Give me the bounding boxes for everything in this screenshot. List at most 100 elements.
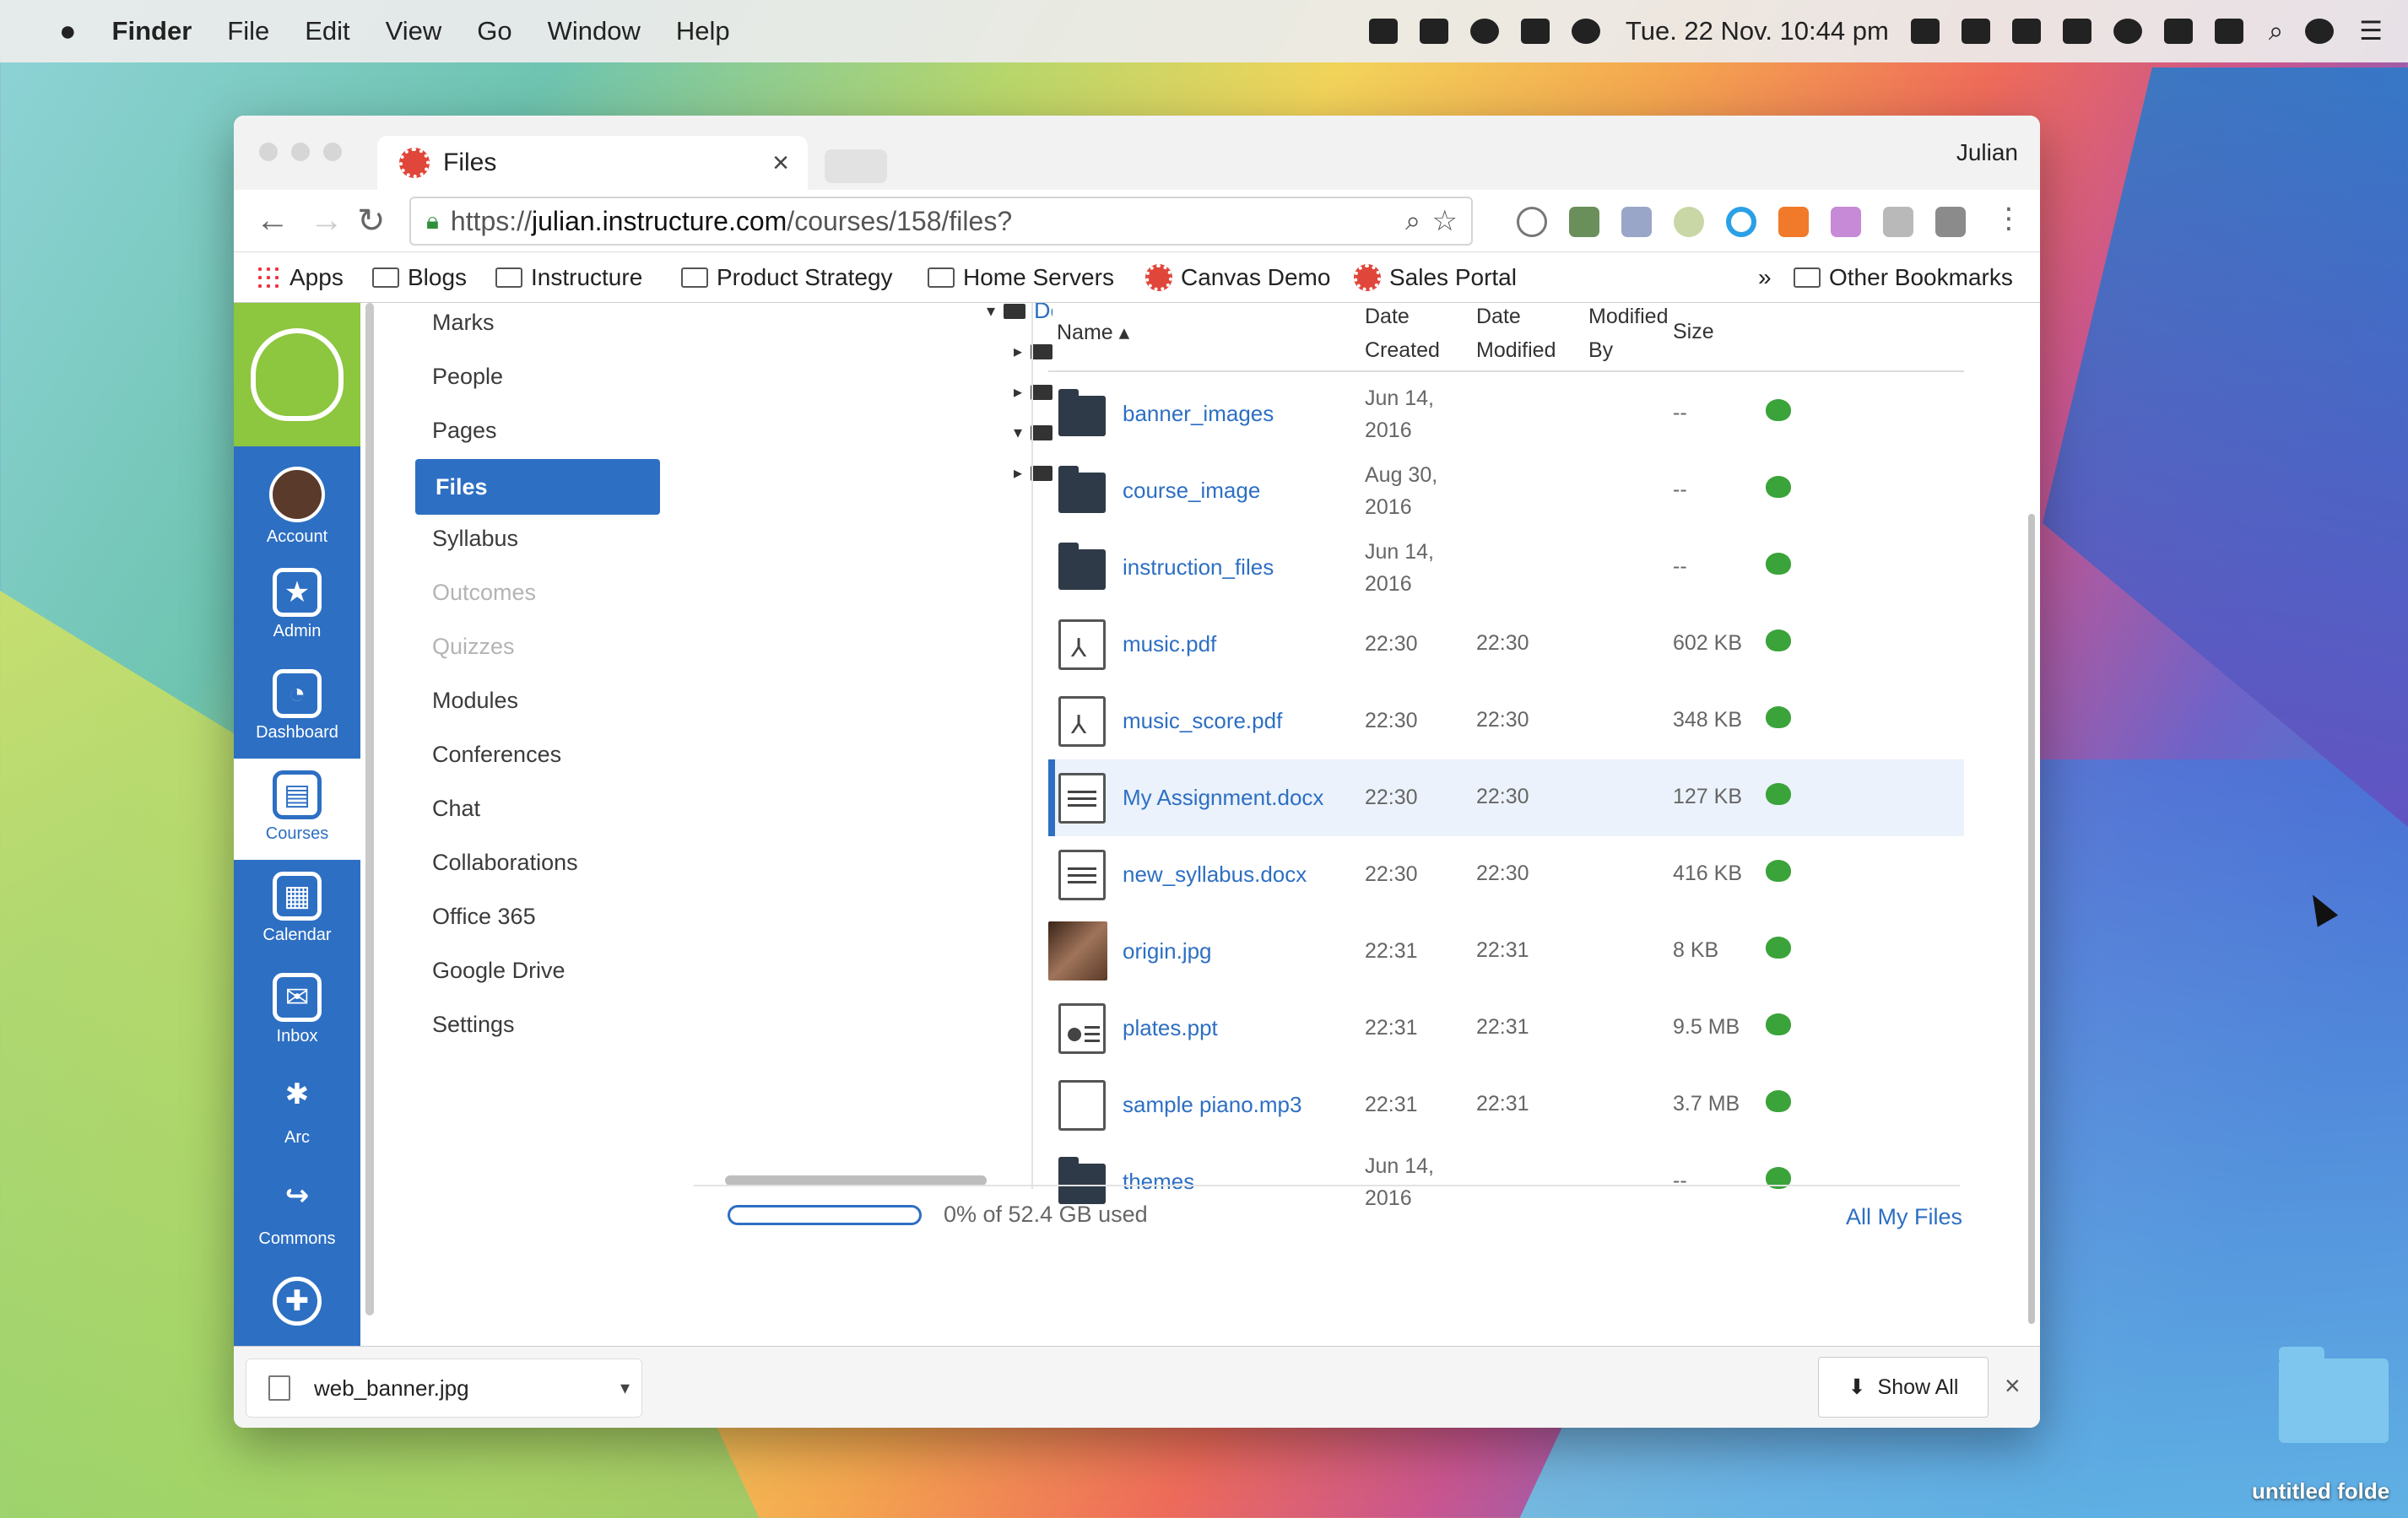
extension-info-icon[interactable]: [1517, 207, 1547, 237]
course-nav-people[interactable]: People: [432, 364, 503, 390]
new-tab-button[interactable]: [825, 149, 887, 183]
tree-node-themes[interactable]: ▸themes: [1014, 460, 1052, 486]
bookmark-apps[interactable]: Apps: [256, 264, 344, 291]
profile-name[interactable]: Julian: [1956, 139, 2018, 166]
institution-logo[interactable]: [234, 303, 360, 446]
growl-icon[interactable]: [1910, 19, 1940, 44]
bookmark-blogs[interactable]: Blogs: [372, 264, 467, 291]
menu-view[interactable]: View: [386, 16, 442, 46]
spotlight-icon[interactable]: ⌕: [2269, 16, 2283, 47]
published-cloud-icon[interactable]: [1766, 706, 1791, 728]
bluetooth-icon[interactable]: [2011, 19, 2041, 44]
calendar-icon[interactable]: [1419, 19, 1448, 44]
published-cloud-icon[interactable]: [1766, 399, 1791, 421]
show-all-downloads-button[interactable]: ⬇ Show All: [1818, 1357, 1989, 1418]
battery-icon[interactable]: [2214, 19, 2243, 44]
info-icon[interactable]: [1571, 19, 1600, 44]
file-name-link[interactable]: new_syllabus.docx: [1123, 862, 1307, 888]
global-nav-account[interactable]: Account: [234, 455, 360, 556]
extension-office-icon[interactable]: [1778, 207, 1809, 237]
minimize-window-button[interactable]: [291, 143, 310, 161]
download-item[interactable]: web_banner.jpg ▾: [246, 1359, 642, 1418]
expanded-triangle-icon[interactable]: ▾: [1014, 422, 1022, 443]
global-nav-arc[interactable]: ✱ Arc: [234, 1062, 360, 1164]
tree-node-instruction-files[interactable]: ▾instruction_files: [1014, 419, 1052, 446]
published-cloud-icon[interactable]: [1766, 937, 1791, 959]
extension-evernote-icon[interactable]: [1569, 207, 1599, 237]
collapsed-triangle-icon[interactable]: ▸: [1014, 381, 1022, 402]
file-name-link[interactable]: course_image: [1123, 478, 1260, 504]
dropbox-icon[interactable]: [1520, 19, 1550, 44]
menu-help[interactable]: Help: [676, 16, 730, 46]
file-row[interactable]: origin.jpg 22:31 22:31 8 KB: [1048, 913, 1964, 990]
menu-finder[interactable]: Finder: [112, 16, 192, 46]
file-name-link[interactable]: instruction_files: [1123, 554, 1274, 581]
address-bar[interactable]: 🔒︎ https:// julian.instructure.com /cour…: [409, 197, 1473, 246]
extension-smile-icon[interactable]: [1674, 207, 1704, 237]
course-nav-chat[interactable]: Chat: [432, 796, 480, 822]
course-nav-modules[interactable]: Modules: [432, 688, 518, 714]
volume-icon[interactable]: [2163, 19, 2193, 44]
file-row[interactable]: banner_images Jun 14, 2016 --: [1048, 375, 1964, 452]
pane-divider[interactable]: [1031, 303, 1033, 1189]
back-arrow-icon[interactable]: ←: [256, 202, 290, 240]
tree-node-banner-images[interactable]: ▸banner_images: [1014, 338, 1052, 365]
reload-icon[interactable]: ↻: [357, 202, 386, 240]
tree-node-root[interactable]: ▾Design Tools Customiza: [987, 303, 1052, 324]
file-row[interactable]: sample piano.mp3 22:31 22:31 3.7 MB: [1048, 1067, 1964, 1143]
extension-reader-icon[interactable]: [1621, 207, 1652, 237]
global-nav-admin[interactable]: ★ Admin: [234, 556, 360, 657]
file-name-link[interactable]: banner_images: [1123, 401, 1274, 427]
camera-icon[interactable]: [1469, 19, 1499, 44]
collapsed-triangle-icon[interactable]: ▸: [1014, 462, 1022, 483]
published-cloud-icon[interactable]: [1766, 783, 1791, 805]
close-shelf-icon[interactable]: ×: [2005, 1370, 2021, 1402]
global-nav-courses[interactable]: ▤ Courses: [234, 759, 360, 860]
published-cloud-icon[interactable]: [1766, 476, 1791, 498]
extension-mail-icon[interactable]: [1883, 207, 1913, 237]
bookmark-instructure[interactable]: Instructure: [495, 264, 642, 291]
apple-menu-icon[interactable]: ●: [59, 15, 77, 48]
bookmark-star-icon[interactable]: ☆: [1432, 204, 1458, 238]
course-nav-settings[interactable]: Settings: [432, 1012, 515, 1038]
bookmark-other[interactable]: Other Bookmarks: [1794, 264, 2013, 291]
global-nav-dashboard[interactable]: ◔ Dashboard: [234, 657, 360, 759]
desktop-folder-label[interactable]: untitled folde: [2252, 1478, 2389, 1504]
global-nav-commons[interactable]: ↪ Commons: [234, 1164, 360, 1265]
menu-window[interactable]: Window: [548, 16, 641, 46]
published-cloud-icon[interactable]: [1766, 1013, 1791, 1035]
menu-edit[interactable]: Edit: [305, 16, 349, 46]
file-name-link[interactable]: My Assignment.docx: [1123, 785, 1323, 811]
bookmark-sales-portal[interactable]: Sales Portal: [1354, 264, 1517, 291]
file-name-link[interactable]: music.pdf: [1123, 631, 1216, 657]
extension-help-icon[interactable]: [1935, 207, 1966, 237]
wifi-icon[interactable]: [2113, 19, 2142, 44]
menu-go[interactable]: Go: [477, 16, 511, 46]
zoom-icon[interactable]: ⌕: [1405, 205, 1420, 237]
menu-file[interactable]: File: [227, 16, 269, 46]
bookmark-home-servers[interactable]: Home Servers: [928, 264, 1114, 291]
course-nav-quizzes[interactable]: Quizzes: [432, 634, 515, 660]
download-options-caret-icon[interactable]: ▾: [620, 1377, 630, 1399]
extension-grid-icon[interactable]: [1831, 207, 1861, 237]
desktop-folder-icon[interactable]: [2279, 1347, 2389, 1443]
global-nav-inbox[interactable]: ✉ Inbox: [234, 961, 360, 1062]
file-name-link[interactable]: plates.ppt: [1123, 1015, 1218, 1041]
course-nav-collaborations[interactable]: Collaborations: [432, 850, 578, 876]
published-cloud-icon[interactable]: [1766, 629, 1791, 651]
published-cloud-icon[interactable]: [1766, 860, 1791, 882]
file-row[interactable]: instruction_files Jun 14, 2016 --: [1048, 529, 1964, 606]
nav-scrollbar[interactable]: [365, 303, 374, 1315]
file-row[interactable]: plates.ppt 22:31 22:31 9.5 MB: [1048, 990, 1964, 1067]
expanded-triangle-icon[interactable]: ▾: [987, 303, 995, 321]
file-row-selected[interactable]: My Assignment.docx 22:30 22:30 127 KB: [1048, 759, 1964, 836]
file-row[interactable]: new_syllabus.docx 22:30 22:30 416 KB: [1048, 836, 1964, 913]
tree-node-course-image[interactable]: ▸course_image: [1014, 379, 1052, 405]
file-name-link[interactable]: origin.jpg: [1123, 938, 1212, 964]
course-nav-google-drive[interactable]: Google Drive: [432, 958, 565, 984]
file-name-link[interactable]: sample piano.mp3: [1123, 1092, 1301, 1118]
display-icon[interactable]: [1961, 19, 1990, 44]
battery-meter-icon[interactable]: [2062, 19, 2091, 44]
column-size[interactable]: Size: [1673, 320, 1714, 344]
bookmark-product-strategy[interactable]: Product Strategy: [681, 264, 893, 291]
